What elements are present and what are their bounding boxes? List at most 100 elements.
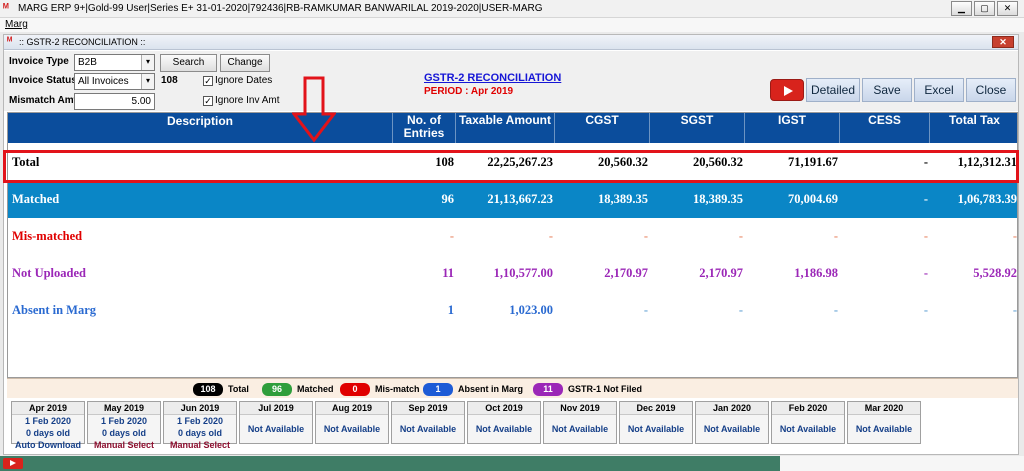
chevron-down-icon: ▾ <box>141 55 154 70</box>
month-label: May 2019 <box>88 402 160 415</box>
window-title: MARG ERP 9+|Gold-99 User|Series E+ 31-01… <box>18 3 543 14</box>
cell-t: 1,023.00 <box>509 303 553 317</box>
mismatch-amt-input[interactable]: 5.00 <box>74 93 155 110</box>
cell-c: - <box>643 303 648 317</box>
month-tile[interactable]: May 2019 1 Feb 2020 0 days old Manual Selec… <box>87 401 161 450</box>
legend-label: GSTR-1 Not Filed <box>568 384 642 394</box>
month-tile[interactable]: Mar 2020 Not Available <box>847 401 921 444</box>
invoice-status-value: All Invoices <box>78 76 129 87</box>
month-label: Apr 2019 <box>12 402 84 415</box>
legend-label: Mis-match <box>375 384 420 394</box>
cell-ce: - <box>923 192 928 206</box>
cell-n: 96 <box>441 192 455 206</box>
maximize-button[interactable]: ▢ <box>974 1 995 16</box>
report-heading: GSTR-2 RECONCILIATION PERIOD : Apr 2019 <box>424 72 594 97</box>
cell-t: 21,13,667.23 <box>487 192 553 206</box>
menubar: Marg <box>0 18 1024 32</box>
cell-ce: - <box>923 266 928 280</box>
cell-s: - <box>738 229 743 243</box>
month-tile[interactable]: Jan 2020 Not Available <box>695 401 769 444</box>
mismatch-amt-label: Mismatch Amt <box>9 95 77 106</box>
month-line: 1 Feb 2020 <box>100 416 148 426</box>
cell-n: 1 <box>447 303 454 317</box>
invoice-count: 108 <box>161 75 178 86</box>
invoice-type-value: B2B <box>78 57 97 68</box>
invoice-type-select[interactable]: B2B ▾ <box>74 54 155 71</box>
invoice-status-select[interactable]: All Invoices ▾ <box>74 73 155 90</box>
child-titlebar: ᴹ :: GSTR-2 RECONCILIATION :: ✕ <box>4 35 1018 50</box>
status-bar <box>0 456 1024 471</box>
ignore-inv-amt-checkbox[interactable]: ✓ Ignore Inv Amt <box>203 95 279 106</box>
month-label: Jun 2019 <box>164 402 236 415</box>
change-button[interactable]: Change <box>220 54 270 72</box>
col-cess: CESS <box>840 113 930 143</box>
month-status: Not Available <box>323 424 381 434</box>
row-matched[interactable]: Matched 96 21,13,667.23 18,389.35 18,389.35 7… <box>8 181 1017 218</box>
cell-ce: - <box>923 303 928 317</box>
search-button[interactable]: Search <box>160 54 217 72</box>
menu-marg[interactable]: Marg <box>5 19 28 30</box>
month-line: 0 days old <box>177 428 222 438</box>
legend-label: Matched <box>297 384 334 394</box>
month-line: Manual Select <box>169 440 231 450</box>
month-label: Aug 2019 <box>316 402 388 415</box>
month-status: Not Available <box>399 424 457 434</box>
cell-i: - <box>833 229 838 243</box>
youtube-play-icon[interactable] <box>770 79 804 101</box>
month-line: 1 Feb 2020 <box>176 416 224 426</box>
legend-absent: 1 Absent in Marg <box>423 383 523 396</box>
month-label: Sep 2019 <box>392 402 464 415</box>
cell-d: Absent in Marg <box>12 303 97 317</box>
month-tile[interactable]: Feb 2020 Not Available <box>771 401 845 444</box>
period-label: PERIOD : <box>424 86 469 97</box>
period-value: Apr 2019 <box>470 86 514 97</box>
col-igst: IGST <box>745 113 840 143</box>
cell-i: 1,186.98 <box>794 266 838 280</box>
row-not-uploaded[interactable]: Not Uploaded 11 1,10,577.00 2,170.97 2,170.9… <box>8 255 1017 292</box>
excel-button[interactable]: Excel <box>914 78 964 102</box>
marg-logo-icon: ᴹ <box>7 36 13 47</box>
month-label: Oct 2019 <box>468 402 540 415</box>
cell-tt: - <box>1012 229 1017 243</box>
chevron-down-icon: ▾ <box>141 74 154 89</box>
detailed-button[interactable]: Detailed <box>806 78 860 102</box>
checkbox-check-icon: ✓ <box>203 96 213 106</box>
save-button[interactable]: Save <box>862 78 912 102</box>
minimize-button[interactable]: ▁ <box>951 1 972 16</box>
month-tile[interactable]: Jun 2019 1 Feb 2020 0 days old Manual Selec… <box>163 401 237 450</box>
month-tile[interactable]: Oct 2019 Not Available <box>467 401 541 444</box>
arrow-down-icon <box>292 76 336 143</box>
child-title: :: GSTR-2 RECONCILIATION :: <box>19 37 146 47</box>
month-line: Manual Select <box>93 440 155 450</box>
month-tile[interactable]: Dec 2019 Not Available <box>619 401 693 444</box>
month-tile[interactable]: Sep 2019 Not Available <box>391 401 465 444</box>
cell-d: Matched <box>12 192 60 206</box>
ignore-dates-label: Ignore Dates <box>215 75 273 86</box>
month-status: Not Available <box>475 424 533 434</box>
cell-i: - <box>833 303 838 317</box>
month-label: Jan 2020 <box>696 402 768 415</box>
window-close-button[interactable]: ✕ <box>997 1 1018 16</box>
month-strip: Apr 2019 1 Feb 2020 0 days old Auto Downloa… <box>7 401 1018 456</box>
grid-header: Description No. of Entries Taxable Amoun… <box>8 113 1017 143</box>
month-tile[interactable]: Apr 2019 1 Feb 2020 0 days old Auto Downloa… <box>11 401 85 450</box>
close-button[interactable]: Close <box>966 78 1016 102</box>
marg-logo-icon: ᴹ <box>3 2 9 14</box>
month-line: 0 days old <box>25 428 70 438</box>
month-tile[interactable]: Nov 2019 Not Available <box>543 401 617 444</box>
month-status: Not Available <box>855 424 913 434</box>
legend-count: 108 <box>193 383 223 396</box>
month-tile[interactable]: Jul 2019 Not Available <box>239 401 313 444</box>
month-tile[interactable]: Aug 2019 Not Available <box>315 401 389 444</box>
cell-d: Not Uploaded <box>12 266 86 280</box>
ignore-dates-checkbox[interactable]: ✓ Ignore Dates <box>203 75 272 86</box>
row-mismatched[interactable]: Mis-matched - - - - - - - <box>8 218 1017 255</box>
legend-count: 11 <box>533 383 563 396</box>
month-label: Nov 2019 <box>544 402 616 415</box>
month-status: Not Available <box>247 424 305 434</box>
legend-bar: 108 Total 96 Matched 0 Mis-match 1 Absent in… <box>7 378 1018 398</box>
report-title[interactable]: GSTR-2 RECONCILIATION <box>424 72 594 84</box>
child-close-button[interactable]: ✕ <box>992 36 1014 48</box>
row-absent-in-marg[interactable]: Absent in Marg 1 1,023.00 - - - - - <box>8 292 1017 329</box>
youtube-play-icon[interactable] <box>3 458 23 469</box>
